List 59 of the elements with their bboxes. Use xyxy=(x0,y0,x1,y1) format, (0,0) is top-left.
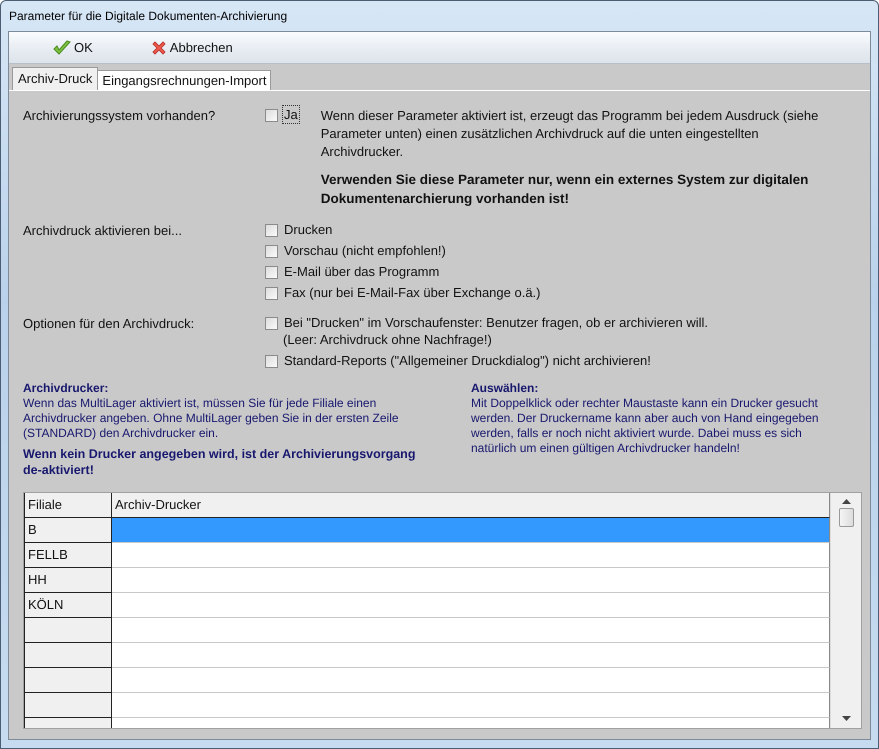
checkbox[interactable] xyxy=(265,109,278,122)
scroll-down-icon[interactable] xyxy=(842,716,850,722)
row-header[interactable]: HH xyxy=(24,568,112,593)
setting-label: Archivdruck aktivieren bei... xyxy=(23,222,183,240)
info-warning: Wenn kein Drucker angegeben wird, ist der Archivierungsvorgang de-aktiviert! xyxy=(23,446,416,478)
cancel-button[interactable]: Abbrechen xyxy=(146,38,237,58)
info-heading: Archivdrucker: xyxy=(23,381,110,396)
setting-label: Archivierungssystem vorhanden? xyxy=(23,107,216,125)
table-cell[interactable] xyxy=(112,618,830,643)
option-label: Standard-Reports ("Allgemeiner Druckdialog") nicht archivieren! xyxy=(283,352,652,369)
checkbox-option[interactable]: Bei "Drucken" im Vorschaufenster: Benutzer fragen, ob er archivieren will. (Leer: Archivdruck ohne Nachfrage!) xyxy=(265,315,709,348)
option-label: Drucken xyxy=(283,221,334,238)
table-cell[interactable] xyxy=(112,543,830,568)
checkbox[interactable] xyxy=(265,266,278,279)
info-text: Mit Doppelklick oder rechter Maustaste kann ein Drucker gesucht werden. Der Druckername kann aber auch von Hand eingegeben werden, falls er noch nicht aktiviert wurde. Dabei muss es sich natürlich um einen gültigen Archivdrucker handeln! xyxy=(471,396,820,456)
tab[interactable]: Archiv-Druck xyxy=(12,67,98,90)
description-text: Wenn dieser Parameter aktiviert ist, erzeugt das Programm bei jedem Ausdruck (siehe Parameter unten) einen zusätzlichen Archivdruck auf die unten eingestellten Archivdrucker. xyxy=(320,107,820,161)
check-icon xyxy=(53,40,71,56)
checkbox-option[interactable]: E-Mail über das Programm xyxy=(265,264,542,280)
table-cell[interactable] xyxy=(112,568,830,593)
table-cell[interactable] xyxy=(112,643,830,668)
info-heading: Auswählen: xyxy=(471,381,540,396)
checkbox-option[interactable]: Ja xyxy=(265,107,299,123)
checkbox[interactable] xyxy=(265,245,278,258)
row-header[interactable] xyxy=(24,693,112,718)
row-header[interactable]: KÖLN xyxy=(24,593,112,618)
checkbox[interactable] xyxy=(265,287,278,300)
row-header[interactable]: FELLB xyxy=(24,543,112,568)
row-header[interactable] xyxy=(24,643,112,668)
scrollbar[interactable] xyxy=(830,493,861,728)
column-header: Archiv-Drucker xyxy=(112,493,830,518)
close-icon xyxy=(150,40,167,56)
option-label: Vorschau (nicht empfohlen!) xyxy=(283,242,447,259)
scroll-thumb[interactable] xyxy=(838,508,854,527)
table-cell[interactable] xyxy=(112,693,830,718)
warning-text: Verwenden Sie diese Parameter nur, wenn ein externes System zur digitalen Dokumentenarchierung vorhanden ist! xyxy=(320,171,810,208)
checkbox-option[interactable]: Drucken xyxy=(265,222,542,238)
tab[interactable]: Eingangsrechnungen-Import xyxy=(97,70,272,90)
option-label: Ja xyxy=(283,106,299,123)
table-cell[interactable] xyxy=(112,668,830,693)
ok-button[interactable]: OK xyxy=(49,38,97,58)
column-header: Filiale xyxy=(24,493,112,518)
row-header[interactable]: B xyxy=(24,518,112,543)
info-text: Wenn das MultiLager aktiviert ist, müssen Sie für jede Filiale einen Archivdrucker angeben. Ohne MultiLager geben Sie in der ersten Zeile (STANDARD) den Archivdrucker ein. xyxy=(23,396,400,441)
setting-label: Optionen für den Archivdruck: xyxy=(23,315,196,333)
option-note: (Leer: Archivdruck ohne Nachfrage!) xyxy=(283,331,493,348)
checkbox-option[interactable]: Vorschau (nicht empfohlen!) xyxy=(265,243,542,259)
checkbox[interactable] xyxy=(265,224,278,237)
table-cell[interactable] xyxy=(112,518,830,543)
row-header[interactable] xyxy=(24,618,112,643)
table-cell[interactable] xyxy=(112,593,830,618)
row-header[interactable] xyxy=(24,668,112,693)
option-label: Bei "Drucken" im Vorschaufenster: Benutzer fragen, ob er archivieren will. xyxy=(283,314,709,331)
window-title: Parameter für die Digitale Dokumenten-Archivierung xyxy=(8,8,288,25)
scroll-up-icon[interactable] xyxy=(842,499,850,505)
checkbox[interactable] xyxy=(265,317,278,330)
checkbox[interactable] xyxy=(265,355,278,368)
checkbox-option[interactable]: Standard-Reports ("Allgemeiner Druckdialog") nicht archivieren! xyxy=(265,353,709,369)
option-label: E-Mail über das Programm xyxy=(283,263,440,280)
